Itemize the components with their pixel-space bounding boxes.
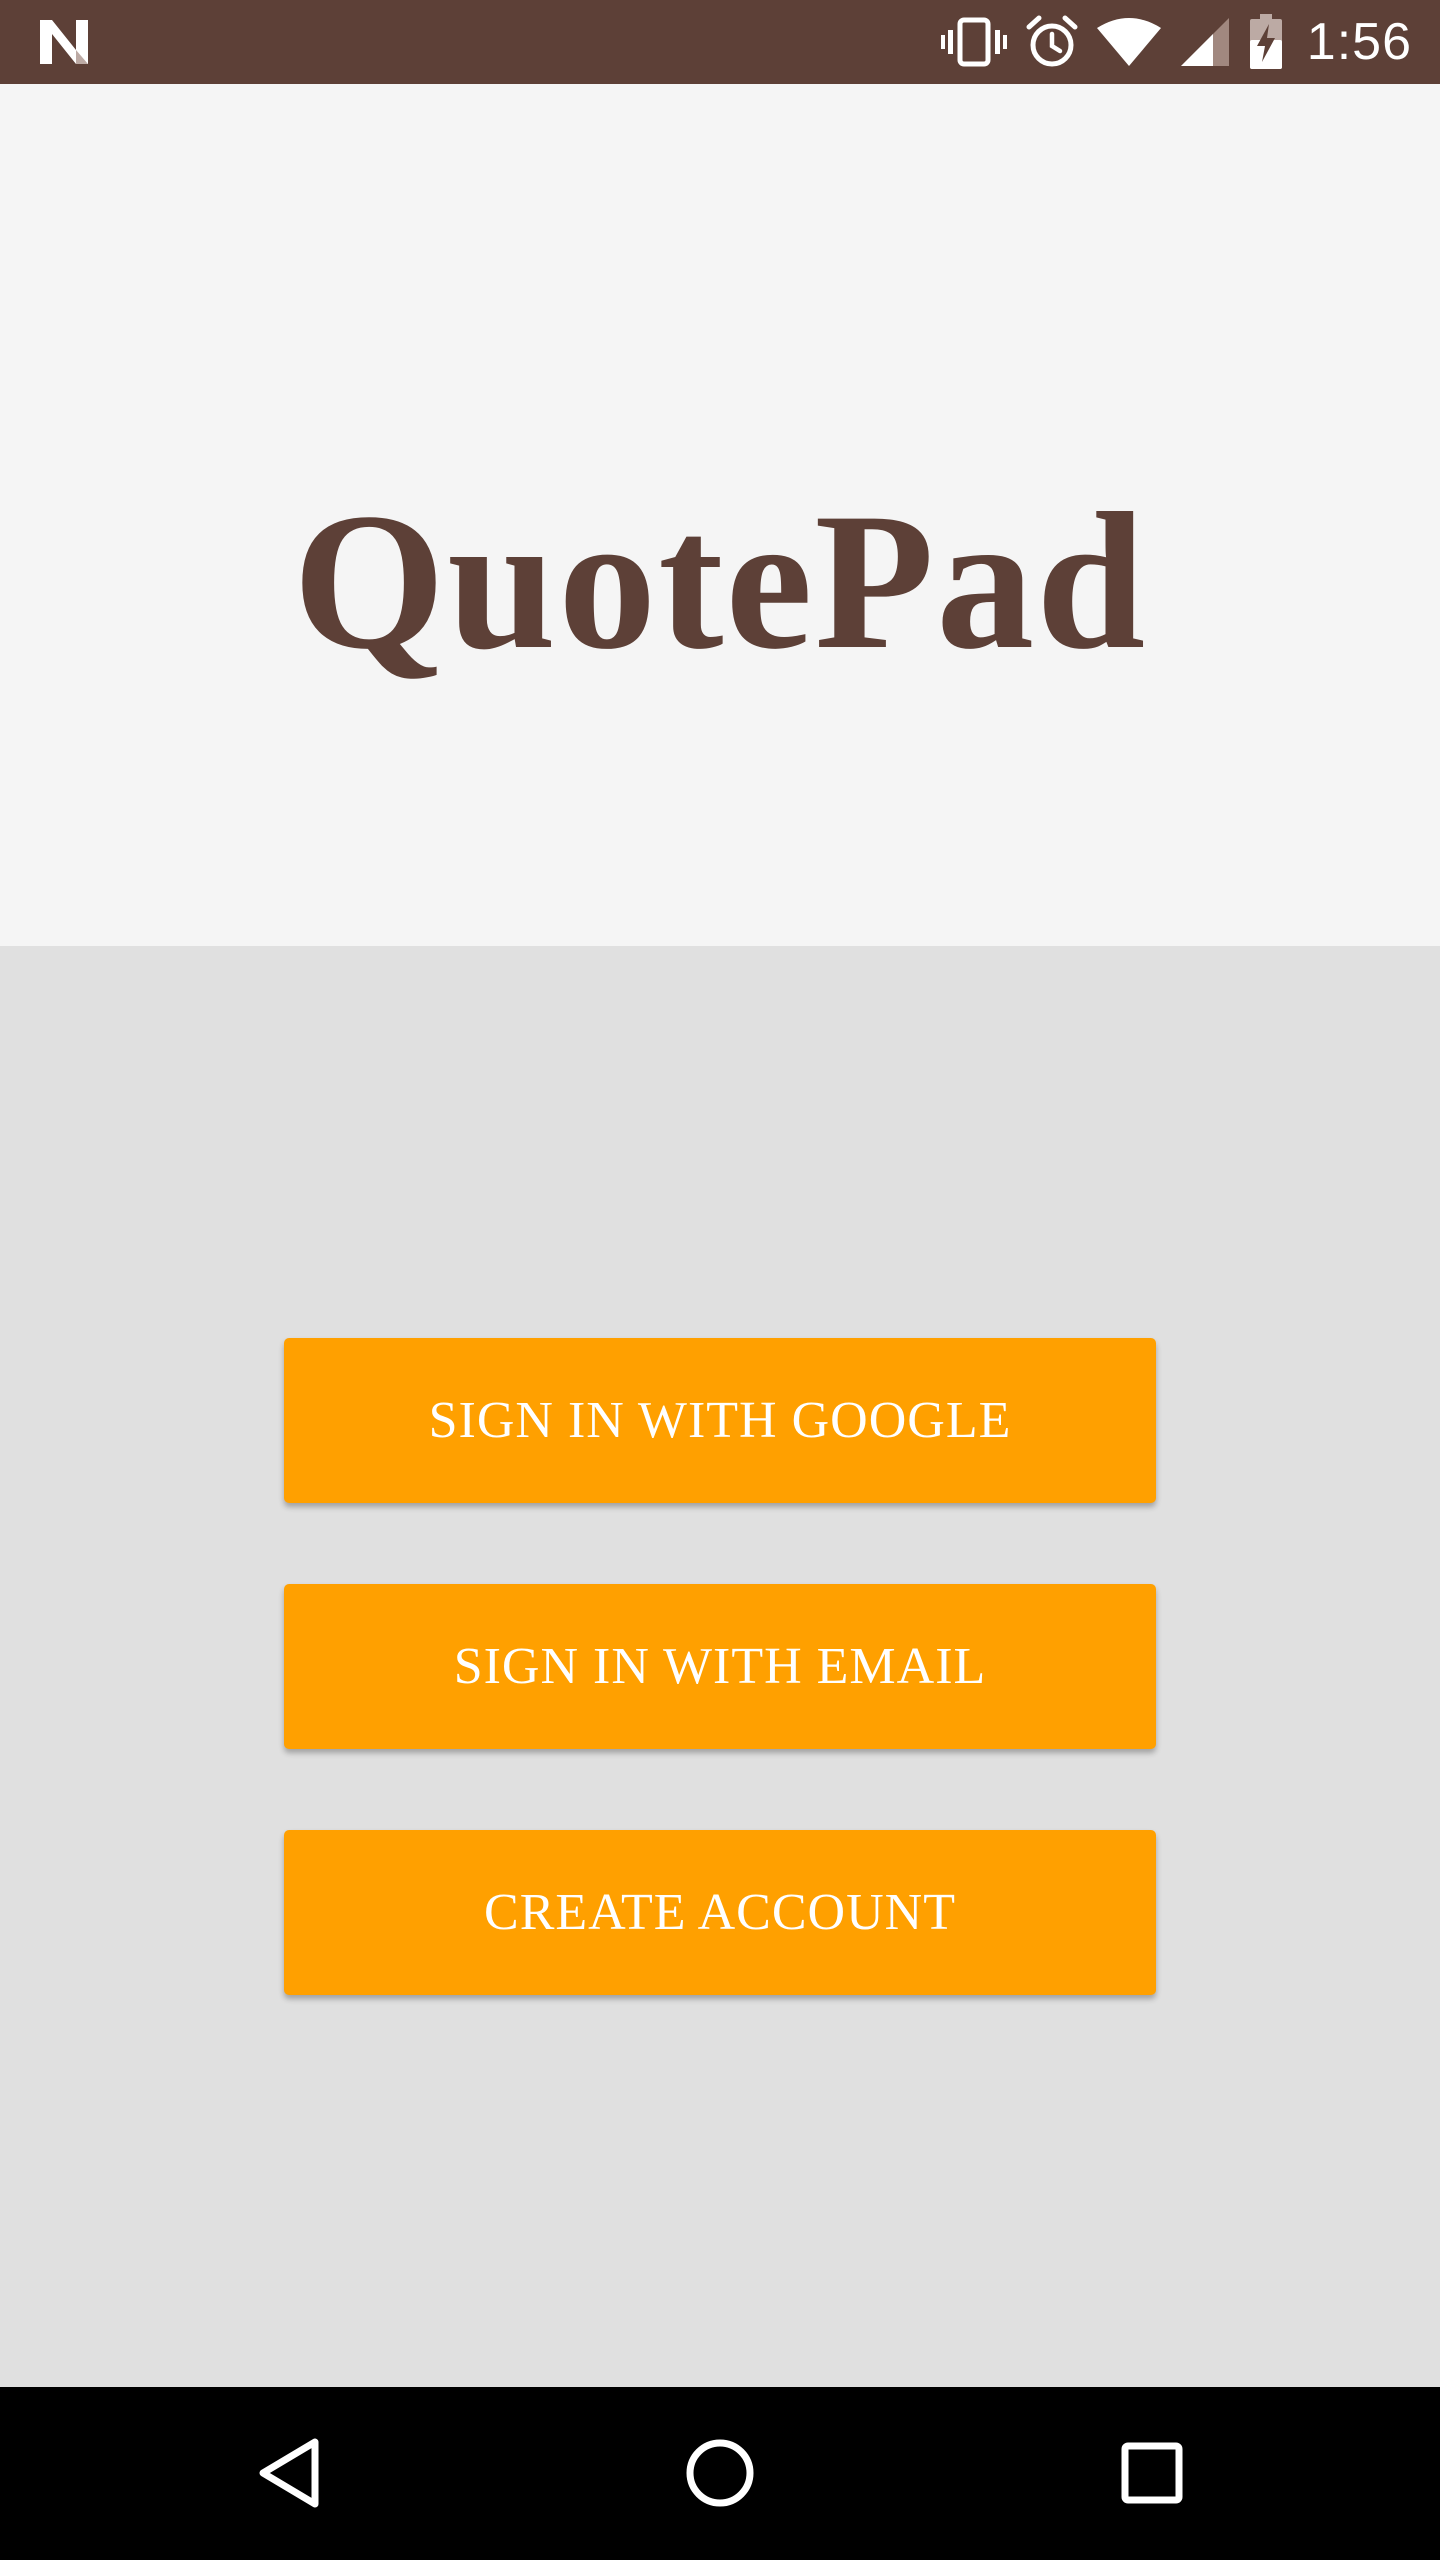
sign-in-google-button[interactable]: SIGN IN WITH GOOGLE: [284, 1338, 1156, 1503]
cell-signal-icon: [1179, 16, 1231, 68]
status-icons: 1:56: [940, 0, 1412, 84]
back-icon[interactable]: [240, 2423, 340, 2523]
vibrate-icon: [940, 16, 1007, 68]
app-title: QuotePad: [292, 473, 1148, 690]
home-icon[interactable]: [670, 2423, 770, 2523]
wifi-icon: [1096, 16, 1161, 68]
recents-icon[interactable]: [1102, 2423, 1202, 2523]
login-screen: 1:56 QuotePad SIGN IN WITH GOOGLE SIGN I…: [0, 0, 1440, 2560]
status-clock: 1:56: [1306, 13, 1412, 71]
battery-charging-icon: [1249, 14, 1283, 70]
logo-header: QuotePad: [0, 84, 1440, 946]
alarm-icon: [1025, 15, 1079, 69]
navigation-bar: [0, 2387, 1440, 2560]
status-bar: 1:56: [0, 0, 1440, 84]
sign-in-email-button[interactable]: SIGN IN WITH EMAIL: [284, 1584, 1156, 1749]
create-account-button[interactable]: CREATE ACCOUNT: [284, 1830, 1156, 1995]
notification-n-icon: [36, 16, 92, 68]
auth-options: SIGN IN WITH GOOGLE SIGN IN WITH EMAIL C…: [0, 946, 1440, 2387]
